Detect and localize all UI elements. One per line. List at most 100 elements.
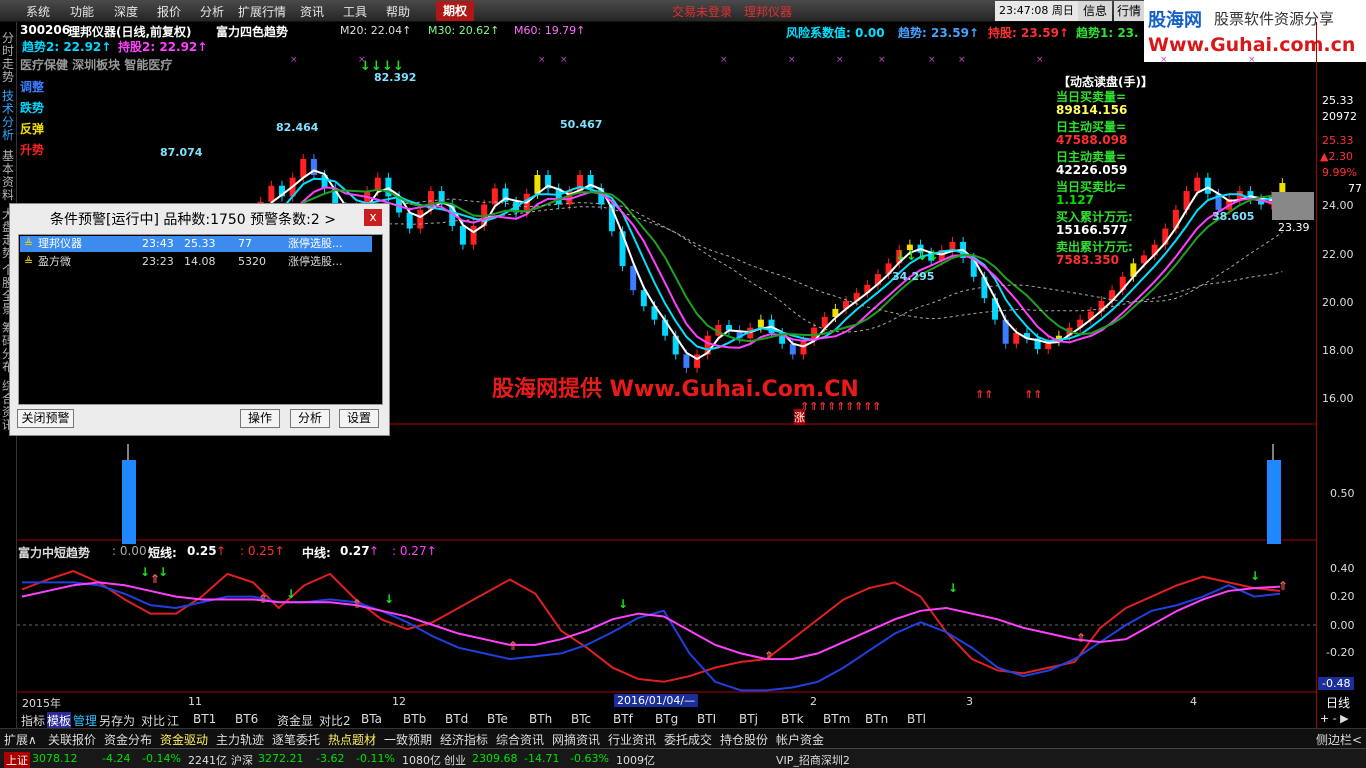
alert-row[interactable]: ≜ 盈方微 23:23 14.08 5320 涨停选股... bbox=[20, 254, 372, 270]
alert-row[interactable]: ≜ 理邦仪器 23:43 25.33 77 涨停选股... bbox=[20, 236, 372, 252]
close-alert-button[interactable]: 关闭预警 bbox=[17, 409, 74, 428]
indicator-tab[interactable]: 资金显 bbox=[277, 712, 313, 729]
indicator-tab[interactable]: BTe bbox=[487, 712, 508, 726]
candle bbox=[811, 327, 818, 342]
date-4: 4 bbox=[1190, 695, 1197, 708]
func-tab[interactable]: 综合资讯 bbox=[496, 731, 544, 748]
menu-depth[interactable]: 深度 bbox=[114, 3, 138, 20]
tab-fundamental[interactable]: 基本资料 bbox=[2, 150, 15, 202]
menu-tools[interactable]: 工具 bbox=[343, 3, 367, 20]
candle bbox=[1098, 300, 1105, 312]
market-button[interactable]: 行情 bbox=[1114, 1, 1144, 21]
func-tab[interactable]: 委托成交 bbox=[664, 731, 712, 748]
indicator-tab[interactable]: BTc bbox=[571, 712, 591, 726]
idx-cy-name[interactable]: 创业 bbox=[444, 752, 466, 768]
indicator-tab[interactable]: BTl bbox=[907, 712, 926, 726]
sector-tags[interactable]: 医疗保健 深圳板块 智能医疗 bbox=[20, 56, 172, 73]
func-tab[interactable]: 经济指标 bbox=[440, 731, 488, 748]
candle bbox=[1066, 327, 1073, 336]
menu-function[interactable]: 功能 bbox=[70, 3, 94, 20]
indicator-tab[interactable]: BTk bbox=[781, 712, 804, 726]
osc-signal: ⇑ bbox=[1076, 631, 1086, 645]
indicator-tab[interactable]: BTh bbox=[529, 712, 552, 726]
indicator-tab[interactable]: 江 bbox=[167, 712, 179, 729]
indicator-tab[interactable]: BTn bbox=[865, 712, 888, 726]
indicator-tab[interactable]: BTb bbox=[403, 712, 426, 726]
indicator-tab[interactable]: 指标 bbox=[21, 712, 45, 729]
date-11: 11 bbox=[188, 695, 202, 708]
idx-sh-name[interactable]: 上证 bbox=[4, 752, 30, 768]
indicator-tab[interactable]: 模板 bbox=[47, 712, 72, 729]
operate-button[interactable]: 操作 bbox=[240, 409, 280, 428]
menu-help[interactable]: 帮助 bbox=[386, 3, 410, 20]
indicator-tab[interactable]: BTI bbox=[697, 712, 716, 726]
sidebar-toggle[interactable]: 侧边栏< bbox=[1316, 731, 1362, 748]
func-tab[interactable]: 网摘资讯 bbox=[552, 731, 600, 748]
idx-sh-value: 3078.12 bbox=[32, 752, 78, 765]
tab-technical[interactable]: 技术分析 bbox=[2, 90, 15, 142]
candle bbox=[853, 292, 860, 301]
idx-sz-name[interactable]: 沪深 bbox=[231, 752, 253, 768]
trend-value: 趋势: 23.59↑ bbox=[898, 26, 979, 40]
func-tab[interactable]: 逐笔委托 bbox=[272, 731, 320, 748]
indicator-tab[interactable]: 管理 bbox=[73, 712, 97, 729]
hold-value: 持股: 23.59↑ bbox=[988, 26, 1069, 40]
info-button[interactable]: 信息 bbox=[1078, 1, 1112, 21]
indicator-tab[interactable]: 对比 bbox=[141, 712, 165, 729]
idx-cy-pct: -0.63% bbox=[570, 752, 609, 765]
menu-ext-market[interactable]: 扩展行情 bbox=[238, 3, 286, 20]
watermark: 股海网提供 Www.Guhai.Com.CN bbox=[492, 377, 859, 402]
menu-news[interactable]: 资讯 bbox=[300, 3, 324, 20]
func-tab[interactable]: 主力轨迹 bbox=[216, 731, 264, 748]
indicator-tab[interactable]: BT1 bbox=[193, 712, 216, 726]
idx-sh-amount: 2241亿 bbox=[188, 754, 227, 767]
trend2-value: 趋势2: 22.92↑ bbox=[22, 40, 112, 54]
axis-change: ▲2.30 bbox=[1320, 150, 1353, 163]
options-tab[interactable]: 期权 bbox=[436, 1, 474, 21]
func-tab[interactable]: 热点题材 bbox=[328, 731, 376, 748]
osc-v0: : 0.00 bbox=[112, 544, 147, 558]
indicator-tab[interactable]: BTj bbox=[739, 712, 758, 726]
osc-signal: ↓ bbox=[1250, 569, 1260, 583]
func-tab[interactable]: 行业资讯 bbox=[608, 731, 656, 748]
indicator-tab[interactable]: 另存为 bbox=[99, 712, 135, 729]
func-tab[interactable]: 持仓股份 bbox=[720, 731, 768, 748]
candle bbox=[406, 212, 413, 229]
osc-signal: ⇑ bbox=[150, 572, 160, 586]
func-tab[interactable]: 一致预期 bbox=[384, 731, 432, 748]
menu-quote[interactable]: 报价 bbox=[157, 3, 181, 20]
candle bbox=[1045, 341, 1052, 350]
bottom-zoom[interactable]: + - bbox=[1320, 712, 1337, 725]
osc-signal: ⇑ bbox=[1278, 579, 1288, 593]
menu-system[interactable]: 系统 bbox=[26, 3, 50, 20]
period-label[interactable]: 日线 bbox=[1326, 694, 1350, 711]
candle bbox=[1013, 333, 1020, 344]
analyze-button[interactable]: 分析 bbox=[290, 409, 330, 428]
indicator-tab[interactable]: 对比2 bbox=[319, 712, 351, 729]
indicator-tab[interactable]: BTg bbox=[655, 712, 678, 726]
indicator-tab[interactable]: BTf bbox=[613, 712, 633, 726]
tab-intraday[interactable]: 分时走势 bbox=[2, 32, 15, 84]
index-status-bar: 上证 3078.12 -4.24 -0.14% 2241亿 沪深 3272.21… bbox=[0, 748, 1366, 768]
func-tab[interactable]: 帐户资金 bbox=[776, 731, 824, 748]
date-cursor: 2016/01/04/— bbox=[614, 694, 699, 707]
indicator-tab[interactable]: BT6 bbox=[235, 712, 258, 726]
func-tab[interactable]: 扩展∧ bbox=[4, 731, 37, 748]
candle bbox=[513, 201, 520, 213]
function-bar: 扩展∧ 关联报价 资金分布 资金驱动 主力轨迹 逐笔委托 热点题材 一致预期 经济指标 综合资讯网… bbox=[0, 728, 1366, 748]
candle bbox=[587, 175, 594, 189]
candle bbox=[417, 209, 424, 229]
menu-analysis[interactable]: 分析 bbox=[200, 3, 224, 20]
func-tab[interactable]: 资金驱动 bbox=[160, 731, 208, 748]
indicator-tab[interactable]: BTd bbox=[445, 712, 468, 726]
close-icon[interactable]: x bbox=[364, 209, 382, 226]
func-tab[interactable]: 关联报价 bbox=[48, 731, 96, 748]
func-tab[interactable]: 资金分布 bbox=[104, 731, 152, 748]
indicator-tab[interactable]: BTm bbox=[823, 712, 850, 726]
candle bbox=[949, 241, 956, 250]
candle bbox=[566, 191, 573, 205]
indicator-tab[interactable]: BTa bbox=[361, 712, 382, 726]
osc-tick-020: 0.20 bbox=[1330, 590, 1355, 603]
login-status: 交易未登录 理邦仪器 bbox=[672, 5, 793, 19]
settings-button[interactable]: 设置 bbox=[339, 409, 379, 428]
